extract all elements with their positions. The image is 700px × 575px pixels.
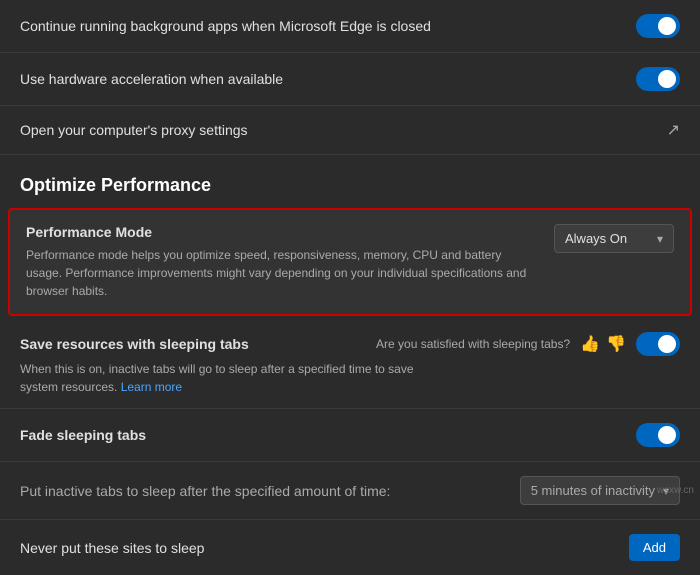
sleeping-tabs-right: Are you satisfied with sleeping tabs? 👍 … (376, 332, 680, 356)
toggle-track (636, 423, 680, 447)
learn-more-link[interactable]: Learn more (121, 380, 182, 394)
toggle-thumb (658, 17, 676, 35)
performance-mode-content: Performance Mode Performance mode helps … (26, 224, 538, 300)
inactive-tabs-row: Put inactive tabs to sleep after the spe… (0, 462, 700, 520)
fade-sleeping-tabs-toggle[interactable] (636, 423, 680, 447)
optimize-section-header: Optimize Performance (0, 155, 700, 208)
background-apps-row: Continue running background apps when Mi… (0, 0, 700, 53)
hardware-acceleration-label: Use hardware acceleration when available (20, 71, 636, 87)
proxy-settings-row: Open your computer's proxy settings ↗ (0, 106, 700, 155)
toggle-track (636, 67, 680, 91)
toggle-track (636, 332, 680, 356)
watermark: wsxw.cn (657, 485, 694, 496)
sleeping-tabs-description: When this is on, inactive tabs will go t… (20, 360, 440, 396)
fade-sleeping-tabs-row: Fade sleeping tabs (0, 409, 700, 462)
background-apps-label: Continue running background apps when Mi… (20, 18, 636, 34)
performance-mode-title: Performance Mode (26, 224, 538, 240)
add-button[interactable]: Add (629, 534, 680, 561)
toggle-track (636, 14, 680, 38)
sleeping-tabs-title: Save resources with sleeping tabs (20, 336, 249, 352)
proxy-settings-label: Open your computer's proxy settings (20, 122, 667, 138)
thumbs-down-icon[interactable]: 👎 (606, 334, 626, 354)
never-put-row: Never put these sites to sleep Add (0, 520, 700, 575)
external-link-icon[interactable]: ↗ (667, 120, 680, 140)
time-label: 5 minutes of inactivity (531, 483, 655, 498)
thumbs-up-icon[interactable]: 👍 (580, 334, 600, 354)
sleeping-tabs-top: Save resources with sleeping tabs Are yo… (20, 332, 680, 356)
never-put-label: Never put these sites to sleep (20, 540, 204, 556)
performance-mode-description: Performance mode helps you optimize spee… (26, 246, 538, 300)
satisfied-text: Are you satisfied with sleeping tabs? (376, 337, 570, 351)
sleeping-tabs-desc-text: When this is on, inactive tabs will go t… (20, 362, 414, 394)
sleeping-tabs-toggle[interactable] (636, 332, 680, 356)
fade-sleeping-tabs-label: Fade sleeping tabs (20, 427, 146, 443)
background-apps-toggle[interactable] (636, 14, 680, 38)
performance-mode-box: Performance Mode Performance mode helps … (8, 208, 692, 316)
thumbs-icons: 👍 👎 (580, 334, 626, 354)
settings-container: Continue running background apps when Mi… (0, 0, 700, 575)
chevron-down-icon: ▾ (657, 232, 663, 246)
toggle-thumb (658, 335, 676, 353)
toggle-thumb (658, 70, 676, 88)
always-on-dropdown[interactable]: Always On ▾ (554, 224, 674, 253)
toggle-thumb (658, 426, 676, 444)
always-on-label: Always On (565, 231, 627, 246)
inactive-tabs-label: Put inactive tabs to sleep after the spe… (20, 483, 390, 499)
hardware-acceleration-toggle[interactable] (636, 67, 680, 91)
sleeping-tabs-row: Save resources with sleeping tabs Are yo… (0, 320, 700, 409)
hardware-acceleration-row: Use hardware acceleration when available (0, 53, 700, 106)
